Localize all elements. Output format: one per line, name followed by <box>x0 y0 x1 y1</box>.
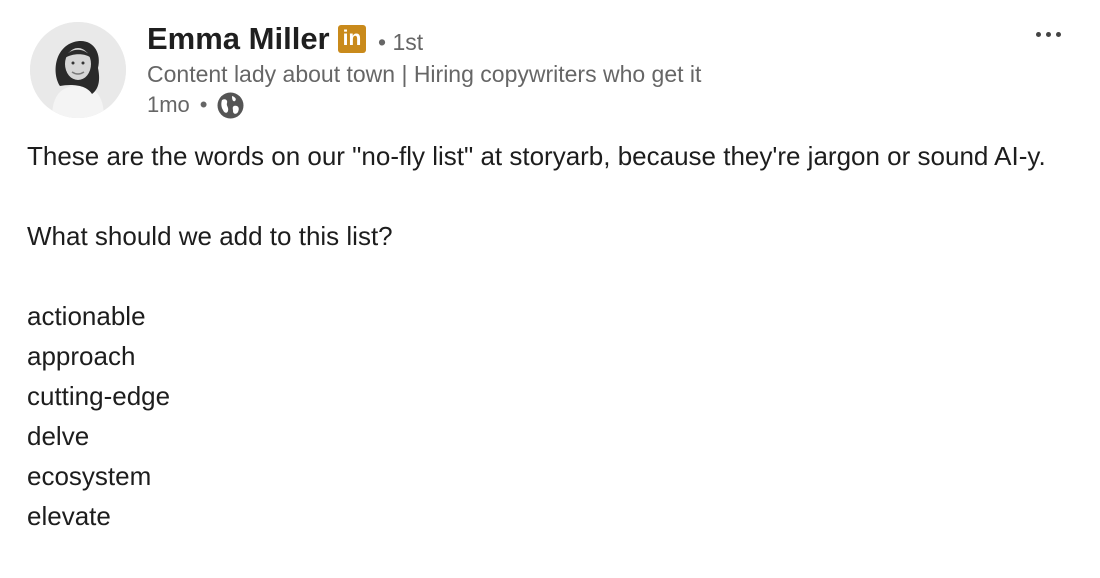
post-meta: 1mo • <box>147 91 245 119</box>
list-item: delve <box>27 421 90 451</box>
author-name[interactable]: Emma Miller <box>147 20 330 58</box>
connection-degree: • 1st <box>378 29 424 55</box>
more-dot-3 <box>1055 31 1061 37</box>
post-time[interactable]: 1mo <box>147 92 190 118</box>
word-list: actionable approach cutting-edge delve e… <box>27 296 1057 536</box>
post-question: What should we add to this list? <box>27 221 393 251</box>
post-intro: These are the words on our "no-fly list"… <box>27 141 1046 171</box>
list-item: actionable <box>27 301 146 331</box>
more-dot-1 <box>1035 31 1041 37</box>
more-options-button[interactable] <box>1026 18 1070 50</box>
author-avatar[interactable] <box>30 22 126 118</box>
list-item: elevate <box>27 501 111 531</box>
list-item: approach <box>27 341 136 371</box>
avatar-photo <box>30 22 126 118</box>
more-dot-2 <box>1045 31 1051 37</box>
list-item: cutting-edge <box>27 381 171 411</box>
linkedin-post: Emma Miller in • 1st Content lady about … <box>0 0 1100 578</box>
meta-separator: • <box>199 92 208 117</box>
linkedin-premium-icon: in <box>338 25 366 53</box>
author-headline[interactable]: Content lady about town | Hiring copywri… <box>147 60 701 88</box>
globe-icon <box>216 91 245 120</box>
list-item: ecosystem <box>27 461 152 491</box>
post-body: These are the words on our "no-fly list"… <box>27 136 1057 536</box>
